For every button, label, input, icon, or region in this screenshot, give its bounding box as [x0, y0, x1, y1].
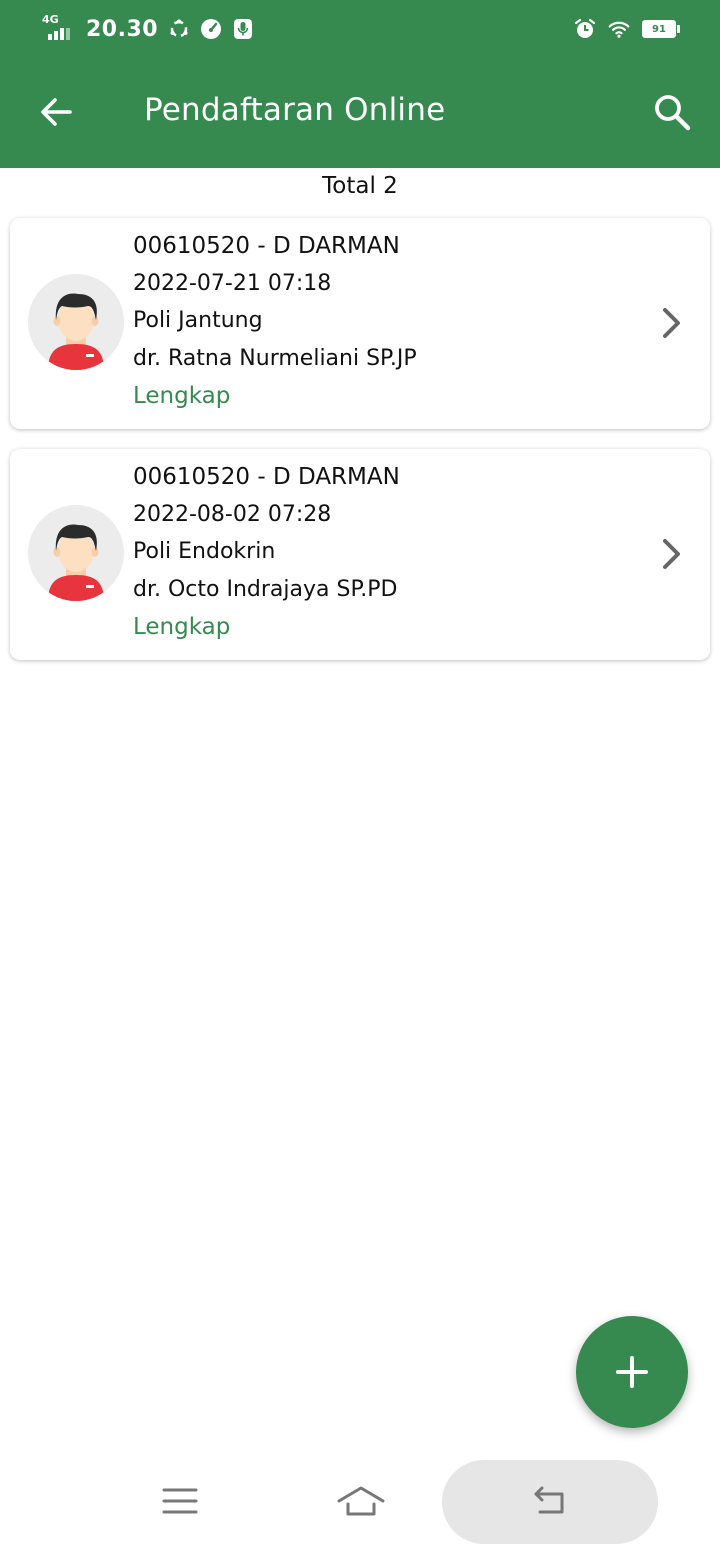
patient-id-name: 00610520 - D DARMAN [133, 233, 400, 259]
status-bar: 4G 20.30 91 [0, 0, 720, 56]
mic-icon [232, 18, 254, 40]
network-type: 4G [42, 13, 59, 26]
card-details: 00610520 - D DARMAN 2022-07-21 07:18 Pol… [133, 230, 633, 418]
total-count: Total 2 [322, 173, 398, 199]
back-nav-button[interactable] [442, 1460, 658, 1544]
search-icon [655, 95, 691, 131]
top-bar: 4G 20.30 91 Pendaftaran Online [0, 0, 720, 168]
battery-icon: 91 [642, 20, 680, 38]
page-title: Pendaftaran Online [144, 92, 446, 128]
registration-card[interactable]: 00610520 - D DARMAN 2022-07-21 07:18 Pol… [10, 218, 710, 429]
clinic-name: Poli Jantung [133, 308, 263, 333]
wifi-icon [608, 18, 630, 40]
status-left: 4G 20.30 [42, 12, 254, 46]
card-details: 00610520 - D DARMAN 2022-08-02 07:28 Pol… [133, 461, 633, 649]
arrow-left-icon [41, 98, 72, 126]
status-label: Lengkap [133, 614, 231, 640]
speedometer-icon [200, 18, 222, 40]
doctor-name: dr. Octo Indrajaya SP.PD [133, 576, 398, 602]
plus-icon [616, 1356, 648, 1388]
alarm-icon [574, 18, 596, 40]
menu-button[interactable] [152, 1476, 208, 1526]
doctor-name: dr. Ratna Nurmeliani SP.JP [133, 345, 417, 371]
visit-datetime: 2022-07-21 07:18 [133, 270, 332, 296]
back-icon [534, 1486, 564, 1514]
home-button[interactable] [330, 1476, 392, 1526]
home-icon [337, 1486, 385, 1516]
visit-datetime: 2022-08-02 07:28 [133, 501, 332, 527]
avatar [28, 274, 124, 370]
chevron-right-icon[interactable] [658, 304, 686, 342]
back-button[interactable] [30, 86, 82, 138]
status-right: 91 [574, 12, 680, 46]
menu-icon [162, 1488, 198, 1514]
chevron-right-icon[interactable] [658, 535, 686, 573]
search-button[interactable] [646, 86, 698, 138]
battery-level: 91 [652, 23, 666, 35]
clinic-name: Poli Endokrin [133, 539, 276, 564]
screen: 4G 20.30 91 Pendaftaran Online Total 2 0… [0, 0, 720, 1544]
signal-icon: 4G [42, 13, 76, 42]
sync-icon [168, 18, 190, 40]
system-nav-bar [0, 1456, 720, 1544]
patient-id-name: 00610520 - D DARMAN [133, 464, 400, 490]
avatar [28, 505, 124, 601]
status-label: Lengkap [133, 383, 231, 409]
clock: 20.30 [86, 16, 159, 42]
registration-card[interactable]: 00610520 - D DARMAN 2022-08-02 07:28 Pol… [10, 449, 710, 660]
app-bar: Pendaftaran Online [0, 56, 720, 168]
add-registration-button[interactable] [576, 1316, 688, 1428]
